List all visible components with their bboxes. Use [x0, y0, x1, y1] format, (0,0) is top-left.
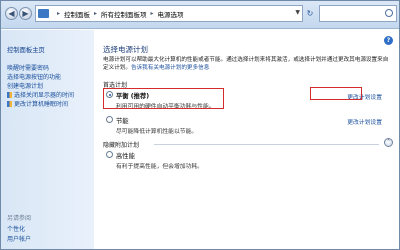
plan-description: 有利于提高性能，但会增加功耗。 — [116, 164, 203, 170]
section-divider — [154, 144, 379, 145]
breadcrumb-all-items[interactable]: 所有控制面板项 — [101, 9, 147, 19]
page-description: 电源计划可以帮助最大化计算机的性能或者节能。通过选择计划来将其激活，或选择计划并… — [103, 57, 389, 71]
back-arrow-icon[interactable]: ◀ — [5, 7, 18, 20]
learn-more-link[interactable]: 告诉我有关电源计划的更多信息 — [131, 65, 209, 71]
shield-icon — [7, 92, 12, 98]
plan-description: 尽可能降低计算机性能以节能。 — [116, 129, 198, 135]
breadcrumb-separator: ▸ — [94, 10, 98, 17]
page-title: 选择电源计划 — [103, 45, 148, 54]
breadcrumb-control-panel[interactable]: 控制面板 — [64, 9, 90, 19]
sidebar-item-user-accounts[interactable]: 用户帐户 — [7, 234, 31, 243]
change-plan-settings-link[interactable]: 更改计划设置 — [347, 117, 382, 126]
plan-name: 节能 — [116, 118, 129, 125]
plan-power-saver[interactable]: 节能 尽可能降低计算机性能以节能。 更改计划设置 — [103, 114, 390, 138]
power-saver-radio[interactable] — [106, 116, 113, 123]
main-content: ? 选择电源计划 电源计划可以帮助最大化计算机的性能或者节能。通过选择计划来将其… — [94, 30, 399, 249]
sidebar-item-wake-password[interactable]: 唤醒时需要密码 — [7, 63, 49, 72]
search-icon — [385, 9, 393, 17]
sidebar-item-personalization[interactable]: 个性化 — [7, 224, 25, 233]
plan-name: 高性能 — [116, 153, 135, 160]
shield-icon — [7, 101, 12, 107]
sidebar-item-display-off[interactable]: 选择关闭显示器的时间 — [7, 90, 74, 99]
address-bar[interactable]: ▸ 控制面板 ▸ 所有控制面板项 ▸ 电源选项 ▼ — [35, 5, 303, 22]
sidebar: 控制面板主页 唤醒时需要密码 选择电源按钮的功能 创建电源计划 选择关闭显示器的… — [1, 30, 94, 249]
collapse-chevron-icon[interactable]: ˄ — [384, 138, 393, 147]
breadcrumb-power-options[interactable]: 电源选项 — [158, 9, 184, 19]
hidden-plans-label[interactable]: 隐藏附加计划 — [103, 140, 139, 149]
sidebar-item-sleep-time[interactable]: 更改计算机睡眠时间 — [7, 99, 68, 108]
high-performance-radio[interactable] — [106, 151, 113, 158]
forward-arrow-icon[interactable]: ▶ — [19, 7, 32, 20]
search-input[interactable] — [319, 5, 397, 22]
address-toolbar: ◀ ▶ ▸ 控制面板 ▸ 所有控制面板项 ▸ 电源选项 ▼ ↻ — [1, 1, 399, 29]
sidebar-home-link[interactable]: 控制面板主页 — [7, 45, 45, 54]
refresh-icon[interactable]: ↻ — [304, 5, 316, 22]
breadcrumb-separator: ▸ — [57, 10, 61, 17]
sidebar-item-create-plan[interactable]: 创建电源计划 — [7, 81, 43, 90]
highlight-box-balanced-plan — [103, 88, 224, 109]
power-options-window: ◀ ▶ ▸ 控制面板 ▸ 所有控制面板项 ▸ 电源选项 ▼ ↻ 控制面板主页 唤… — [0, 0, 400, 250]
highlight-box-settings-link — [310, 87, 362, 100]
see-also-heading: 另请参阅 — [7, 215, 32, 222]
folder-icon — [38, 9, 49, 18]
breadcrumb-separator: ▸ — [150, 10, 154, 17]
plan-high-performance[interactable]: 高性能 有利于提高性能，但会增加功耗。 — [103, 149, 390, 173]
help-icon[interactable]: ? — [384, 36, 393, 45]
chevron-down-icon[interactable]: ▼ — [295, 9, 300, 16]
sidebar-item-power-button[interactable]: 选择电源按钮的功能 — [7, 72, 61, 81]
